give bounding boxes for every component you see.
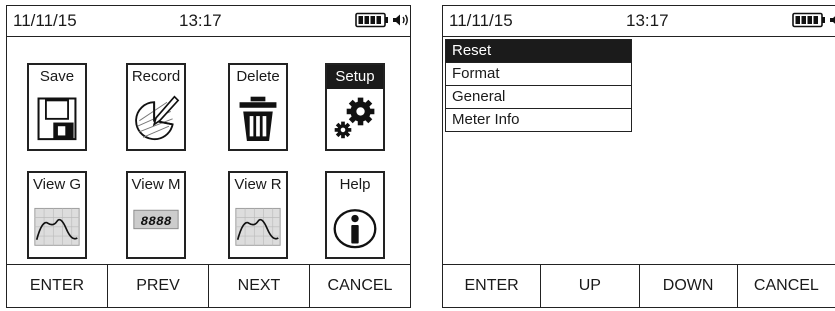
status-icons xyxy=(355,12,411,28)
setup-menu-screen: 11/11/15 13:17 Reset Format General Mete… xyxy=(442,5,835,308)
setup-menu-list: Reset Format General Meter Info xyxy=(445,39,632,132)
tile-label: View R xyxy=(234,176,282,193)
menu-item-reset[interactable]: Reset xyxy=(446,40,631,63)
softkey-bar: ENTER UP DOWN CANCEL xyxy=(443,264,835,307)
info-icon xyxy=(333,209,377,249)
softkey-bar: ENTER PREV NEXT CANCEL xyxy=(7,264,410,307)
tile-label: Help xyxy=(339,176,371,193)
tile-label: View M xyxy=(131,176,181,193)
graph-wave-icon xyxy=(235,207,281,246)
softkey-cancel[interactable]: CANCEL xyxy=(310,265,410,307)
softkey-next[interactable]: NEXT xyxy=(209,265,310,307)
status-time: 13:17 xyxy=(626,11,669,30)
softkey-enter[interactable]: ENTER xyxy=(7,265,108,307)
softkey-down[interactable]: DOWN xyxy=(640,265,738,307)
status-icons xyxy=(792,12,835,28)
tile-label: Save xyxy=(39,68,75,85)
tile-delete[interactable]: Delete xyxy=(228,63,288,151)
status-bar: 11/11/15 13:17 xyxy=(7,6,410,37)
display-readout: 8888 xyxy=(141,214,172,229)
tile-label: Record xyxy=(131,68,181,85)
speaker-icon xyxy=(393,14,408,26)
tile-view-m[interactable]: View M 8888 xyxy=(126,171,186,259)
menu-item-format[interactable]: Format xyxy=(446,63,631,86)
battery-full-icon xyxy=(355,12,388,28)
softkey-cancel[interactable]: CANCEL xyxy=(738,265,835,307)
tile-label: View G xyxy=(32,176,82,193)
softkey-up[interactable]: UP xyxy=(541,265,640,307)
tile-label: Delete xyxy=(236,68,280,85)
trash-bin-icon xyxy=(239,96,277,141)
menu-item-meter-info[interactable]: Meter Info xyxy=(446,109,631,131)
tile-help[interactable]: Help xyxy=(325,171,385,259)
numeric-display-icon: 8888 xyxy=(133,209,179,230)
tile-view-g[interactable]: View G xyxy=(27,171,87,259)
graph-wave-icon xyxy=(34,207,80,246)
floppy-disk-icon xyxy=(37,97,77,141)
record-pen-icon xyxy=(135,95,180,141)
softkey-enter[interactable]: ENTER xyxy=(443,265,542,307)
status-time: 13:17 xyxy=(179,11,222,30)
speaker-icon xyxy=(830,16,835,24)
status-date: 11/11/15 xyxy=(449,11,513,30)
tile-label: Setup xyxy=(327,65,383,89)
battery-full-icon xyxy=(792,12,825,28)
tile-setup[interactable]: Setup xyxy=(325,63,385,151)
menu-item-general[interactable]: General xyxy=(446,86,631,109)
gears-icon xyxy=(334,97,375,139)
main-menu-screen: 11/11/15 13:17 Save Record Delete Setup … xyxy=(6,5,411,308)
status-bar: 11/11/15 13:17 xyxy=(443,6,835,37)
tile-save[interactable]: Save xyxy=(27,63,87,151)
softkey-prev[interactable]: PREV xyxy=(108,265,209,307)
tile-record[interactable]: Record xyxy=(126,63,186,151)
tile-view-r[interactable]: View R xyxy=(228,171,288,259)
status-date: 11/11/15 xyxy=(13,11,77,30)
